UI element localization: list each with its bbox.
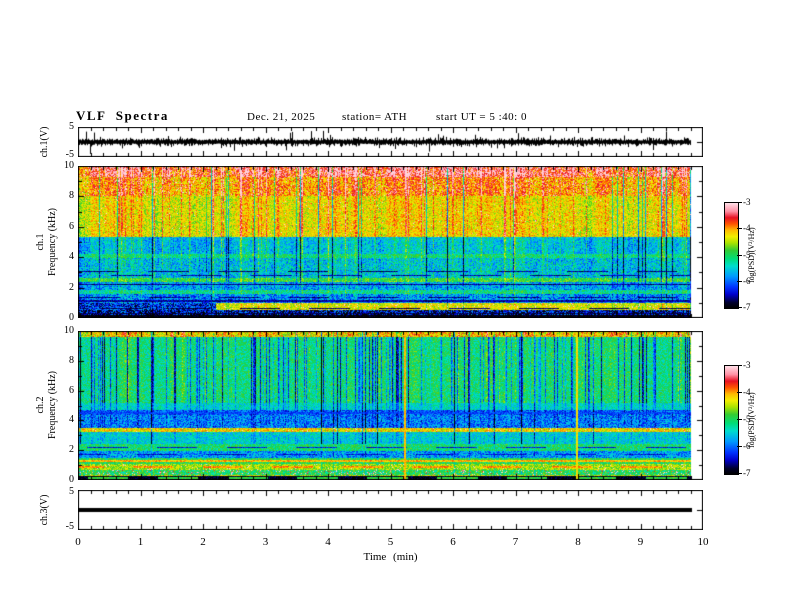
x-axis-title: Time (min) [363, 551, 418, 563]
colorbar-1-tickmark--7 [737, 307, 742, 308]
ch1-ymin-label: -5 [65, 149, 74, 160]
colorbar-2-tickmark--7 [737, 473, 742, 474]
spec1-ytick-8: 8 [69, 190, 74, 202]
ch3-axis-label: ch.3(V) [39, 494, 50, 526]
spec2-channel-label: ch.2 [35, 396, 46, 414]
xtick-8: 8 [575, 536, 581, 548]
ch1-spectrogram-plot [78, 166, 703, 318]
spec2-ytick-6: 6 [69, 384, 74, 396]
colorbar-2-ticklabel--4: -4 [743, 387, 751, 397]
xtick-2: 2 [200, 536, 206, 548]
xtick-6: 6 [450, 536, 456, 548]
xtick-0: 0 [75, 536, 81, 548]
spec1-ytick-4: 4 [69, 251, 74, 263]
colorbar-1-ticklabel--6: -6 [743, 275, 751, 286]
spec2-axis-label: ch.2 Frequency (kHz) [35, 360, 59, 450]
spec2-ytick-10: 10 [64, 325, 74, 336]
spec1-frequency-label: Frequency (kHz) [47, 207, 58, 277]
spec2-ytick-8: 8 [69, 354, 74, 366]
spec2-ytick-4: 4 [69, 414, 74, 426]
ch1-waveform-plot [78, 127, 703, 157]
ch3-waveform-plot [78, 490, 703, 530]
ch2-spectrogram-plot [78, 331, 703, 480]
start-ut-label: start UT = 5 :40: 0 [436, 111, 527, 123]
spec1-ytick-2: 2 [69, 281, 74, 293]
colorbar-1-ticklabel--7: -7 [743, 302, 751, 312]
colorbar-2-ticklabel--7: -7 [743, 468, 751, 478]
xtick-1: 1 [137, 536, 144, 548]
colorbar-2-tickmark--5 [737, 419, 742, 420]
spec2-ytick-2: 2 [69, 444, 74, 456]
colorbar-2-tickmark--3 [737, 365, 742, 366]
colorbar-2-ticklabel--6: -6 [743, 441, 751, 451]
colorbar-1-tickmark--6 [737, 280, 742, 282]
spec2-ytick-0: 0 [69, 474, 74, 485]
ch1-ymax-label: 5 [69, 121, 74, 132]
colorbar-2 [724, 365, 739, 475]
colorbar-1-tickmark--4 [737, 228, 742, 230]
spec1-axis-label: ch.1 Frequency (kHz) [35, 197, 59, 287]
colorbar-1-tickmark--5 [737, 254, 742, 256]
xtick-5: 5 [387, 536, 394, 548]
colorbar-1 [724, 202, 739, 309]
xtick-3: 3 [262, 536, 269, 548]
ch3-ymin-label: -5 [65, 521, 74, 532]
page-title: VLF Spectra [76, 108, 169, 123]
xtick-10: 10 [697, 536, 709, 548]
xtick-7: 7 [512, 536, 519, 548]
colorbar-1-ticklabel--3: -3 [743, 197, 751, 207]
date-label: Dec. 21, 2025 [247, 111, 316, 123]
spec1-ytick-10: 10 [64, 160, 74, 171]
spec1-ytick-0: 0 [69, 312, 74, 323]
colorbar-1-tickmark--3 [737, 202, 742, 203]
vlf-spectra-figure: VLF Spectra Dec. 21, 2025 station= ATH s… [0, 0, 792, 612]
spec1-channel-label: ch.1 [35, 233, 46, 251]
spec1-ytick-6: 6 [69, 220, 74, 232]
colorbar-1-ticklabel--4: -4 [743, 223, 751, 234]
colorbar-2-ticklabel--5: -5 [743, 414, 751, 424]
colorbar-2-tickmark--4 [737, 392, 742, 393]
spec2-frequency-label: Frequency (kHz) [47, 370, 58, 440]
xtick-4: 4 [325, 536, 331, 548]
colorbar-1-ticklabel--5: -5 [743, 249, 751, 260]
xtick-9: 9 [637, 536, 644, 548]
ch3-ymax-label: 5 [69, 486, 74, 497]
colorbar-2-ticklabel--3: -3 [743, 360, 751, 370]
colorbar-2-tickmark--6 [737, 446, 742, 447]
station-label: station= ATH [342, 111, 408, 123]
